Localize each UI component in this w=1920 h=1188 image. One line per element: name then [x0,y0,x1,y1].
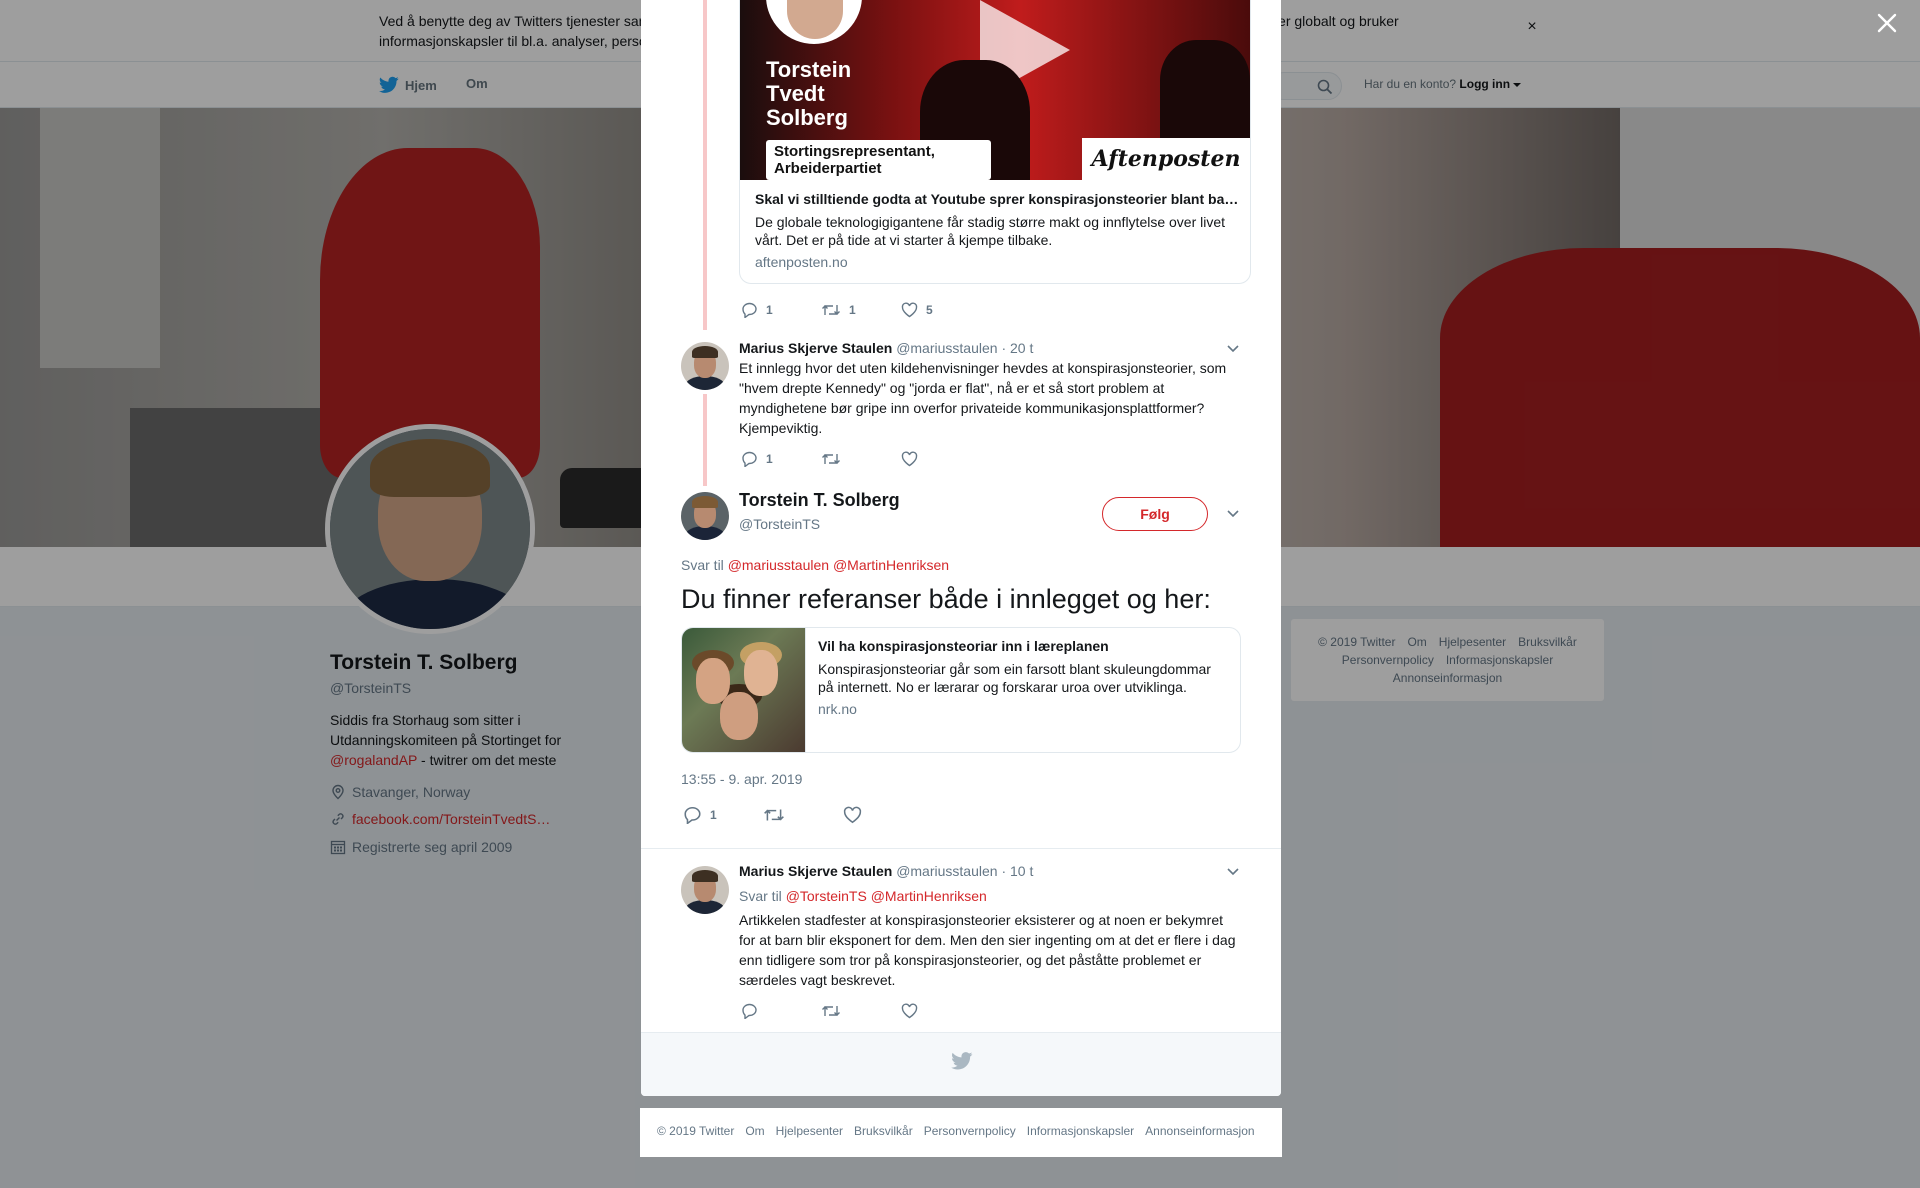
retweet-count: 1 [849,303,856,317]
card-image-title: Torstein Tvedt Solberg [766,57,852,130]
reply-context: Svar til @mariusstaulen @MartinHenriksen [681,557,949,573]
reply-button[interactable]: 1 [683,806,763,824]
card-image [682,628,806,752]
reply-button[interactable]: 1 [741,451,821,467]
card-headshot [766,0,862,44]
retweet-icon [822,305,840,315]
user-name[interactable]: Marius Skjerve Staulen [739,340,892,356]
modal-bottom-footer: © 2019 Twitter Om Hjelpesenter Bruksvilkår P… [640,1108,1282,1157]
reply-count: 1 [766,452,773,466]
reply-context: Svar til @TorsteinTS @MartinHenriksen [739,888,987,904]
footer-link[interactable]: Bruksvilkår [854,1124,913,1138]
like-button[interactable] [901,1003,981,1019]
chevron-down-icon[interactable] [1226,509,1240,519]
like-count: 5 [926,303,933,317]
reply-icon [742,1003,757,1019]
mention-link[interactable]: @TorsteinTS [786,888,867,904]
user-avatar[interactable] [681,866,729,914]
aftenposten-logo: Aftenposten [1082,138,1250,180]
card-description: De globale teknologigigantene får stadig… [755,214,1226,248]
heart-icon [901,1003,918,1019]
link-card-aftenposten[interactable]: Torstein Tvedt Solberg Stortingsrepresen… [739,0,1251,284]
main-tweet-avatar[interactable] [681,492,729,540]
user-name[interactable]: Marius Skjerve Staulen [739,863,892,879]
retweet-icon [764,809,784,821]
like-button[interactable]: 5 [901,302,981,318]
mention-link[interactable]: @MartinHenriksen [833,557,949,573]
retweet-icon [822,454,840,464]
retweet-icon [822,1006,840,1016]
footer-link[interactable]: Hjelpesenter [776,1124,843,1138]
footer-link[interactable]: Om [745,1124,764,1138]
main-tweet-text: Du finner referanser både i innlegget og… [681,584,1211,614]
reply-icon [684,806,701,824]
reply-label: Svar til [681,557,724,573]
retweet-button[interactable] [821,451,901,467]
retweet-button[interactable] [821,1003,901,1019]
mention-link[interactable]: @mariusstaulen [728,557,829,573]
reply-label: Svar til [739,888,782,904]
reply-count: 1 [766,303,773,317]
close-modal-icon[interactable] [1876,12,1898,34]
reply-button[interactable] [741,1003,821,1019]
reply-icon [742,302,757,318]
retweet-button[interactable]: 1 [821,302,901,318]
reply-icon [742,451,757,467]
tweet-text: Et innlegg hvor det uten kildehenvisning… [739,360,1227,436]
like-button[interactable] [901,451,981,467]
like-button[interactable] [843,806,923,824]
card-domain: nrk.no [818,701,857,717]
footer-link[interactable]: © 2019 Twitter [657,1124,734,1138]
tweet-header: Marius Skjerve Staulen @mariusstaulen · … [739,863,1033,879]
user-handle[interactable]: @mariusstaulen [896,340,997,356]
user-handle[interactable]: @mariusstaulen [896,863,997,879]
tweet-time[interactable]: · 20 t [1001,340,1033,356]
card-image-subtitle: Stortingsrepresentant, Arbeiderpartiet [766,140,991,180]
main-tweet-name[interactable]: Torstein T. Solberg [739,490,900,511]
heart-icon [901,451,918,467]
heart-icon [843,806,862,824]
card-title: Skal vi stilltiende godta at Youtube spr… [755,191,1241,207]
reply-count: 1 [710,808,717,822]
footer-link[interactable]: Informasjonskapsler [1027,1124,1134,1138]
tweet-text: Artikkelen stadfester at konspirasjonste… [739,912,1236,988]
modal-footer [641,1032,1281,1096]
tweet-header: Marius Skjerve Staulen @mariusstaulen · … [739,340,1033,356]
tweet-actions [741,1003,981,1019]
mention-link[interactable]: @MartinHenriksen [871,888,987,904]
twitter-bird-icon [951,1052,973,1070]
tweet-actions: 1 1 5 [741,302,981,318]
card-image: Torstein Tvedt Solberg Stortingsrepresen… [740,0,1250,180]
card-domain: aftenposten.no [755,254,848,270]
card-title: Vil ha konspirasjonsteoriar inn i lærepl… [818,638,1109,654]
footer-link[interactable]: Personvernpolicy [924,1124,1016,1138]
thread-line [703,394,707,486]
card-description: Konspirasjonsteoriar går som ein farsott… [818,661,1211,695]
heart-icon [901,302,918,318]
divider [641,848,1281,849]
tweet-time[interactable]: · 10 t [1001,863,1033,879]
tweet-modal: Torstein Tvedt Solberg Stortingsrepresen… [641,0,1281,1096]
tweet-actions: 1 [741,451,981,467]
reply-button[interactable]: 1 [741,302,821,318]
retweet-button[interactable] [763,806,843,824]
thread-line [703,0,707,330]
main-tweet-actions: 1 [683,806,923,824]
tweet-timestamp[interactable]: 13:55 - 9. apr. 2019 [681,771,802,787]
user-avatar[interactable] [681,342,729,390]
footer-link[interactable]: Annonseinformasjon [1145,1124,1254,1138]
main-tweet-handle[interactable]: @TorsteinTS [739,516,820,532]
chevron-down-icon[interactable] [1226,867,1240,877]
follow-button[interactable]: Følg [1102,497,1208,531]
chevron-down-icon[interactable] [1226,344,1240,354]
link-card-nrk[interactable]: Vil ha konspirasjonsteoriar inn i lærepl… [681,627,1241,753]
